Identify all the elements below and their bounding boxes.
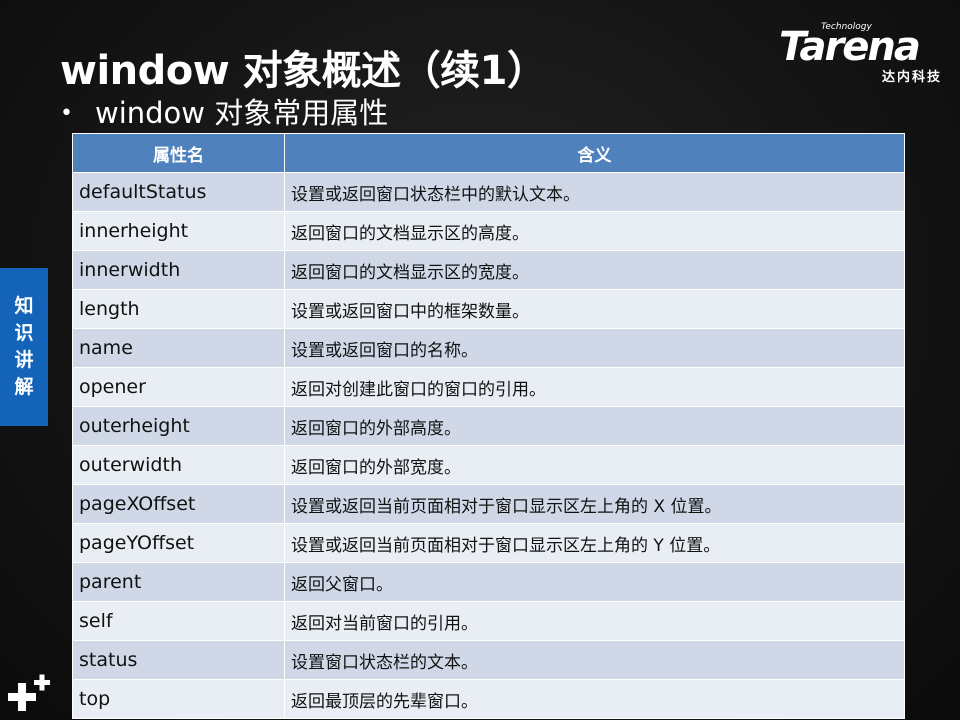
table-row: opener 返回对创建此窗口的窗口的引用。 (72, 367, 905, 407)
property-meaning-cell: 返回窗口的文档显示区的宽度。 (284, 250, 905, 290)
property-name-cell: name (72, 328, 285, 368)
property-name-cell: outerwidth (72, 445, 285, 485)
table-row: status 设置窗口状态栏的文本。 (72, 640, 905, 680)
property-name-cell: parent (72, 562, 285, 602)
table-row: outerwidth 返回窗口的外部宽度。 (72, 445, 905, 485)
property-name-cell: self (72, 601, 285, 641)
table-row: pageYOffset 设置或返回当前页面相对于窗口显示区左上角的 Y 位置。 (72, 523, 905, 563)
subtitle-text: window 对象常用属性 (94, 96, 389, 130)
table-row: outerheight 返回窗口的外部高度。 (72, 406, 905, 446)
property-name-cell: top (72, 679, 285, 719)
property-meaning-cell: 返回最顶层的先辈窗口。 (284, 679, 905, 719)
table-row: innerwidth 返回窗口的文档显示区的宽度。 (72, 250, 905, 290)
table-row: name 设置或返回窗口的名称。 (72, 328, 905, 368)
side-tab-knowledge: 知 识 讲 解 (0, 268, 48, 426)
property-meaning-cell: 设置窗口状态栏的文本。 (284, 640, 905, 680)
properties-table: 属性名 含义 defaultStatus 设置或返回窗口状态栏中的默认文本。 i… (72, 133, 905, 719)
slide-title: window 对象概述（续1） (60, 48, 547, 94)
column-header-meaning: 含义 (284, 133, 905, 173)
bullet-icon: • (60, 101, 73, 126)
property-meaning-cell: 返回对当前窗口的引用。 (284, 601, 905, 641)
logo-chinese: 达内科技 (881, 70, 942, 85)
side-tab-char: 讲 (14, 349, 34, 371)
table-header-row: 属性名 含义 (72, 133, 905, 173)
property-meaning-cell: 返回窗口的文档显示区的高度。 (284, 211, 905, 251)
property-meaning-cell: 设置或返回窗口中的框架数量。 (284, 289, 905, 329)
property-meaning-cell: 设置或返回窗口的名称。 (284, 328, 905, 368)
property-meaning-cell: 返回窗口的外部高度。 (284, 406, 905, 446)
property-meaning-cell: 设置或返回窗口状态栏中的默认文本。 (284, 172, 905, 212)
column-header-name: 属性名 (72, 133, 285, 173)
property-meaning-cell: 设置或返回当前页面相对于窗口显示区左上角的 X 位置。 (284, 484, 905, 524)
property-name-cell: innerheight (72, 211, 285, 251)
table-row: self 返回对当前窗口的引用。 (72, 601, 905, 641)
side-tab-char: 识 (14, 322, 34, 344)
property-name-cell: opener (72, 367, 285, 407)
property-meaning-cell: 返回父窗口。 (284, 562, 905, 602)
side-tab-char: 解 (14, 376, 34, 398)
table-row: innerheight 返回窗口的文档显示区的高度。 (72, 211, 905, 251)
table-row: defaultStatus 设置或返回窗口状态栏中的默认文本。 (72, 172, 905, 212)
property-meaning-cell: 返回窗口的外部宽度。 (284, 445, 905, 485)
property-name-cell: outerheight (72, 406, 285, 446)
property-name-cell: length (72, 289, 285, 329)
property-name-cell: pageXOffset (72, 484, 285, 524)
plus-icon (8, 674, 50, 711)
side-tab-char: 知 (14, 295, 34, 317)
logo-name: Tarena (779, 24, 921, 70)
table-row: length 设置或返回窗口中的框架数量。 (72, 289, 905, 329)
property-name-cell: defaultStatus (72, 172, 285, 212)
property-name-cell: innerwidth (72, 250, 285, 290)
tarena-logo: Technology Tarena 达内科技 (779, 22, 944, 85)
property-name-cell: status (72, 640, 285, 680)
property-meaning-cell: 返回对创建此窗口的窗口的引用。 (284, 367, 905, 407)
table-row: top 返回最顶层的先辈窗口。 (72, 679, 905, 719)
slide-subtitle: • window 对象常用属性 (60, 90, 388, 132)
property-meaning-cell: 设置或返回当前页面相对于窗口显示区左上角的 Y 位置。 (284, 523, 905, 563)
property-name-cell: pageYOffset (72, 523, 285, 563)
table-row: pageXOffset 设置或返回当前页面相对于窗口显示区左上角的 X 位置。 (72, 484, 905, 524)
table-row: parent 返回父窗口。 (72, 562, 905, 602)
